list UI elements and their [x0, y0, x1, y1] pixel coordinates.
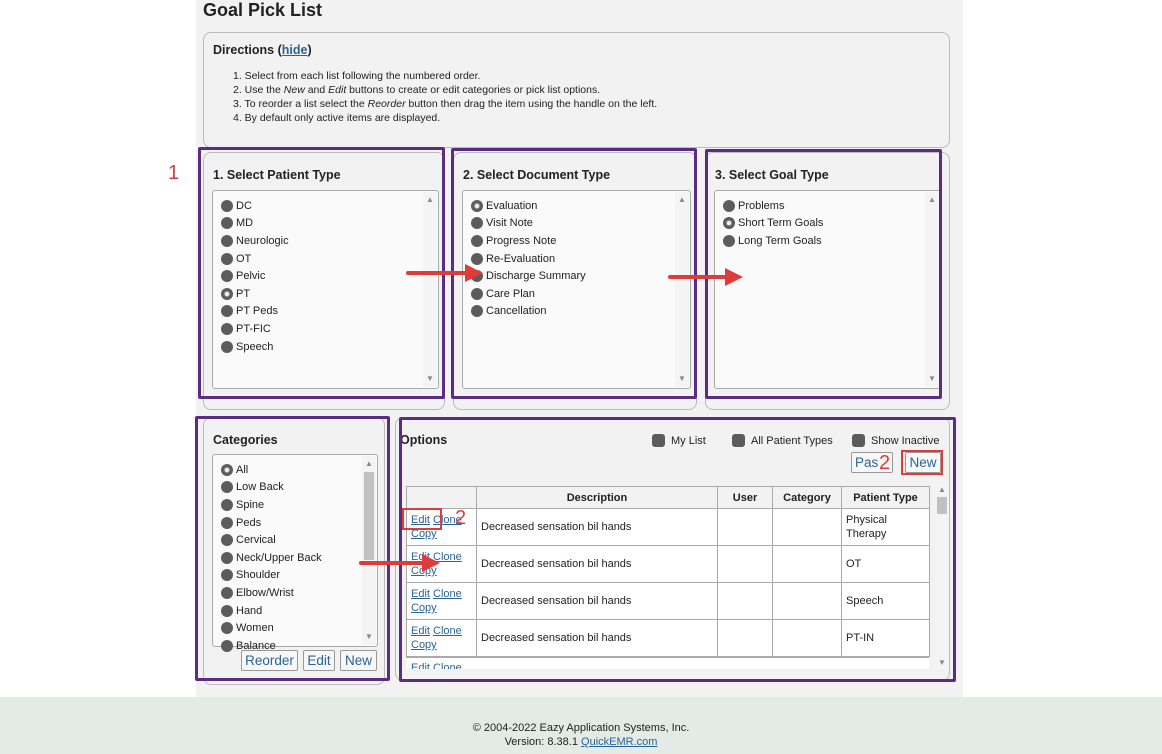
footer: © 2004-2022 Eazy Application Systems, In… — [0, 697, 1162, 754]
directions-item: 4. By default only active items are disp… — [233, 112, 441, 124]
directions-panel: Directions (hide) 1. Select from each li… — [203, 32, 950, 148]
directions-item: 1. Select from each list following the n… — [233, 70, 481, 82]
annotation-number-2: 2 — [879, 452, 891, 474]
directions-title: Directions (hide) — [213, 43, 312, 57]
annotation-number-1: 1 — [168, 162, 180, 184]
directions-item: 3. To reorder a list select the Reorder … — [233, 98, 658, 110]
arrow-right-icon — [406, 264, 483, 282]
annotation-edit-box — [402, 508, 442, 530]
highlight-categories — [195, 416, 390, 681]
directions-list: 1. Select from each list following the n… — [233, 69, 657, 125]
footer-version: Version: 8.38.1 QuickEMR.com — [504, 736, 658, 748]
directions-hide-link[interactable]: hide — [282, 43, 308, 57]
annotation-new-box — [901, 450, 943, 475]
annotation-number-2: 2 — [455, 507, 467, 529]
highlight-document-type — [451, 148, 697, 399]
highlight-options — [399, 417, 956, 682]
footer-link[interactable]: QuickEMR.com — [581, 736, 657, 748]
arrow-right-icon — [668, 268, 743, 286]
page-title: Goal Pick List — [203, 0, 323, 20]
footer-copyright: © 2004-2022 Eazy Application Systems, In… — [472, 722, 690, 734]
directions-item: 2. Use the New and Edit buttons to creat… — [233, 84, 601, 96]
arrow-right-icon — [359, 554, 440, 572]
